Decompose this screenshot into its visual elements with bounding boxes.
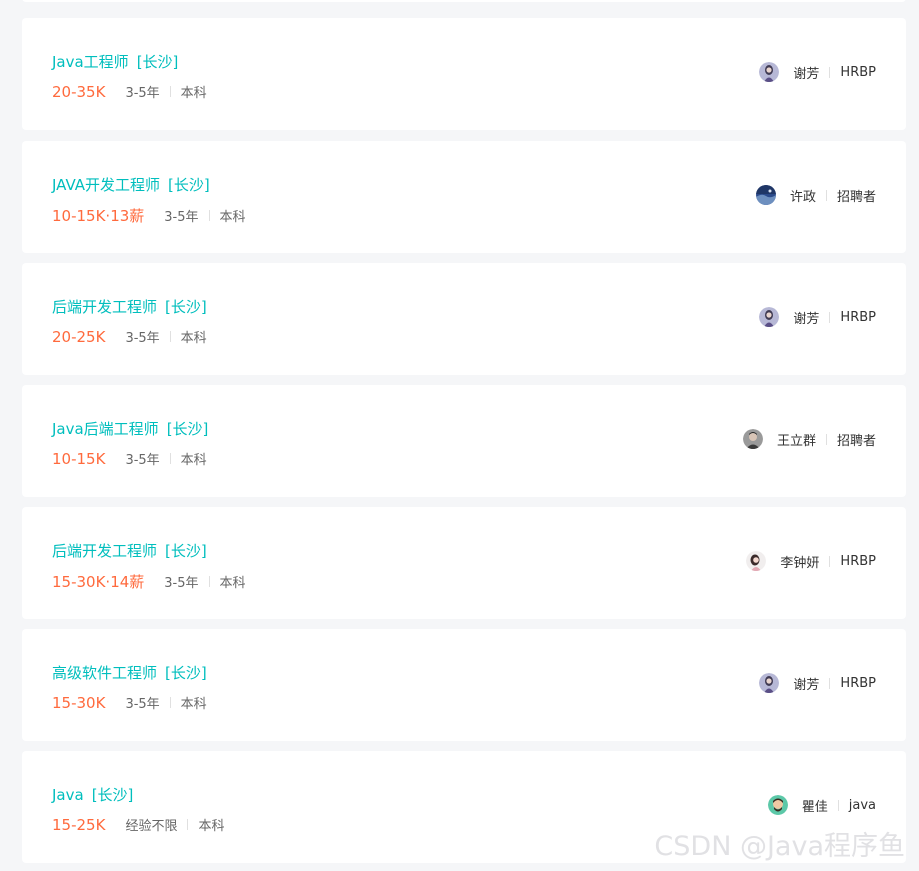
divider <box>829 311 831 323</box>
recruiter-info[interactable]: 谢芳 HRBP <box>759 62 876 82</box>
job-title-link[interactable]: 后端开发工程师 [长沙] <box>52 540 207 561</box>
recruiter-name: 谢芳 <box>793 66 820 82</box>
recruiter-info[interactable]: 许政 招聘者 <box>755 185 876 205</box>
recruiter-name: 谢芳 <box>793 677 820 693</box>
salary: 15-30K <box>52 693 106 712</box>
job-title[interactable]: Java工程师 <box>52 53 129 71</box>
job-info: 10-15K 3-5年 本科 <box>52 449 207 469</box>
experience-tag: 3-5年 <box>125 86 160 101</box>
recruiter-info[interactable]: 谢芳 HRBP <box>759 673 876 693</box>
job-title-link[interactable]: Java [长沙] <box>52 784 133 805</box>
experience-tag: 3-5年 <box>164 210 199 225</box>
job-title[interactable]: Java <box>52 786 84 804</box>
job-city: [长沙] <box>165 542 207 560</box>
experience-tag: 3-5年 <box>125 331 160 346</box>
divider <box>825 433 827 445</box>
experience-tag: 3-5年 <box>125 453 160 468</box>
recruiter-title: 招聘者 <box>836 189 876 205</box>
previous-card-edge <box>22 0 906 2</box>
job-card[interactable]: 高级软件工程师 [长沙] 15-30K 3-5年 本科 谢芳 HRBP <box>22 629 906 741</box>
recruiter-name: 瞿佳 <box>801 799 828 815</box>
job-title[interactable]: Java后端工程师 <box>52 420 159 438</box>
experience-tag: 3-5年 <box>125 697 160 712</box>
job-title[interactable]: 高级软件工程师 <box>52 664 157 682</box>
job-info: 10-15K·13薪 3-5年 本科 <box>52 205 246 226</box>
avatar-woman-purple-icon <box>759 62 780 82</box>
job-city: [长沙] <box>165 664 207 682</box>
avatar-woman-purple-icon <box>759 307 780 327</box>
job-info: 15-30K 3-5年 本科 <box>52 693 207 713</box>
degree-tag: 本科 <box>219 576 246 591</box>
experience-tag: 3-5年 <box>164 576 199 591</box>
salary: 15-30K·14薪 <box>52 573 145 591</box>
job-city: [长沙] <box>136 53 179 71</box>
recruiter-name: 李钟妍 <box>780 555 820 571</box>
divider <box>169 331 171 342</box>
divider <box>829 66 831 78</box>
recruiter-info[interactable]: 瞿佳 java <box>767 795 876 815</box>
degree-tag: 本科 <box>180 697 207 712</box>
job-card[interactable]: 后端开发工程师 [长沙] 20-25K 3-5年 本科 谢芳 HRBP <box>22 263 906 375</box>
recruiter-title: 招聘者 <box>836 433 876 449</box>
avatar-woman-light-icon <box>746 551 767 571</box>
job-card[interactable]: Java [长沙] 15-25K 经验不限 本科 瞿佳 java <box>22 751 906 863</box>
avatar-man-gray-icon <box>742 429 763 449</box>
divider <box>187 819 189 830</box>
job-title-link[interactable]: 高级软件工程师 [长沙] <box>52 662 207 683</box>
divider <box>169 86 171 97</box>
divider <box>829 677 831 689</box>
job-title-link[interactable]: 后端开发工程师 [长沙] <box>52 296 207 317</box>
job-title-link[interactable]: JAVA开发工程师 [长沙] <box>52 174 210 195</box>
job-card[interactable]: JAVA开发工程师 [长沙] 10-15K·13薪 3-5年 本科 许政 招聘者 <box>22 141 906 253</box>
job-title[interactable]: 后端开发工程师 <box>52 298 157 316</box>
recruiter-info[interactable]: 谢芳 HRBP <box>759 307 876 327</box>
salary: 15-25K <box>52 815 106 834</box>
recruiter-title: HRBP <box>840 675 876 691</box>
recruiter-info[interactable]: 李钟妍 HRBP <box>746 551 876 571</box>
experience-tag: 经验不限 <box>125 819 178 834</box>
divider <box>837 799 839 811</box>
avatar-landscape-blue-icon <box>755 185 776 205</box>
degree-tag: 本科 <box>219 210 246 225</box>
recruiter-info[interactable]: 王立群 招聘者 <box>742 429 876 449</box>
recruiter-title: HRBP <box>840 64 876 80</box>
job-info: 15-30K·14薪 3-5年 本科 <box>52 571 246 592</box>
job-city: [长沙] <box>168 176 210 194</box>
divider <box>825 189 827 201</box>
job-card[interactable]: 后端开发工程师 [长沙] 15-30K·14薪 3-5年 本科 李钟妍 HRBP <box>22 507 906 619</box>
recruiter-title: java <box>848 797 876 813</box>
job-city: [长沙] <box>166 420 209 438</box>
job-info: 20-35K 3-5年 本科 <box>52 82 207 102</box>
job-info: 20-25K 3-5年 本科 <box>52 327 207 347</box>
job-city: [长沙] <box>91 786 134 804</box>
divider <box>169 453 171 464</box>
avatar-woman-purple-icon <box>759 673 780 693</box>
job-title-link[interactable]: Java工程师 [长沙] <box>52 51 178 72</box>
job-card[interactable]: Java工程师 [长沙] 20-35K 3-5年 本科 谢芳 HRBP <box>22 18 906 130</box>
degree-tag: 本科 <box>180 86 207 101</box>
divider <box>169 697 171 708</box>
salary: 20-35K <box>52 82 106 101</box>
job-info: 15-25K 经验不限 本科 <box>52 815 225 835</box>
recruiter-title: HRBP <box>840 309 876 325</box>
job-title[interactable]: 后端开发工程师 <box>52 542 157 560</box>
job-card[interactable]: Java后端工程师 [长沙] 10-15K 3-5年 本科 王立群 招聘者 <box>22 385 906 497</box>
job-city: [长沙] <box>165 298 207 316</box>
recruiter-name: 许政 <box>789 189 816 205</box>
salary: 20-25K <box>52 327 106 346</box>
divider <box>208 576 210 587</box>
divider <box>829 555 831 567</box>
job-title[interactable]: JAVA开发工程师 <box>52 176 160 194</box>
degree-tag: 本科 <box>180 331 207 346</box>
divider <box>208 210 210 221</box>
salary: 10-15K·13薪 <box>52 207 145 225</box>
recruiter-name: 谢芳 <box>793 311 820 327</box>
degree-tag: 本科 <box>198 819 225 834</box>
job-title-link[interactable]: Java后端工程师 [长沙] <box>52 418 208 439</box>
recruiter-title: HRBP <box>840 553 876 569</box>
recruiter-name: 王立群 <box>776 433 816 449</box>
salary: 10-15K <box>52 449 106 468</box>
degree-tag: 本科 <box>180 453 207 468</box>
avatar-cartoon-green-icon <box>767 795 788 815</box>
